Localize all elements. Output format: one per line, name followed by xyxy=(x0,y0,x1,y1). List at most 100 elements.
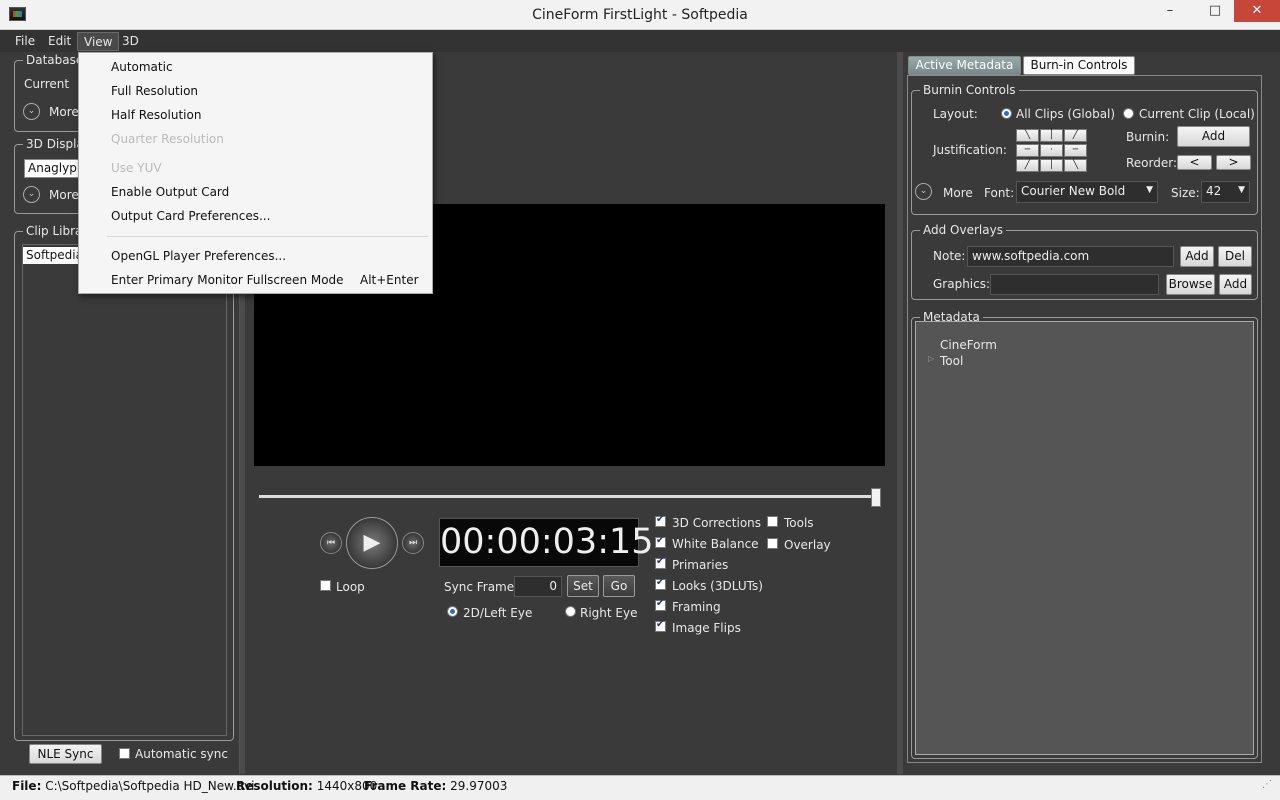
view-menu-half-resolution[interactable]: Half Resolution xyxy=(111,108,201,122)
menu-3d[interactable]: 3D xyxy=(116,32,145,51)
layout-label: Layout: xyxy=(933,107,978,121)
tree-item-cineform[interactable]: CineForm xyxy=(940,338,997,352)
burnin-title: Burnin Controls xyxy=(920,83,1019,97)
sync-go-button[interactable]: Go xyxy=(603,575,635,597)
view-menu-use-yuv: Use YUV xyxy=(111,161,162,175)
tools-label: Tools xyxy=(784,516,814,530)
clip-library-panel: Clip Library Softpedia xyxy=(14,224,234,741)
status-resolution: Resolution: 1440x800 xyxy=(236,779,377,793)
graphics-browse-button[interactable]: Browse xyxy=(1166,274,1215,295)
tools-checkbox[interactable] xyxy=(767,516,778,527)
font-value: Courier New Bold xyxy=(1021,184,1126,198)
justify-bottom-center[interactable]: │ xyxy=(1040,159,1063,172)
view-menu-fullscreen-shortcut: Alt+Enter xyxy=(360,273,419,287)
note-del-button[interactable]: Del xyxy=(1218,246,1252,267)
justify-bottom-right[interactable]: ╲ xyxy=(1064,159,1087,172)
burnin-add-button[interactable]: Add xyxy=(1177,126,1250,147)
loop-checkbox[interactable] xyxy=(320,580,331,591)
view-menu-fullscreen[interactable]: Enter Primary Monitor Fullscreen Mode xyxy=(111,273,344,287)
menu-file[interactable]: File xyxy=(9,32,41,51)
view-menu-output-card-prefs[interactable]: Output Card Preferences... xyxy=(111,209,270,223)
white-balance-checkbox[interactable] xyxy=(655,535,666,548)
view-menu-enable-output-card[interactable]: Enable Output Card xyxy=(111,185,229,199)
next-frame-icon[interactable]: ⏭ xyxy=(402,532,424,554)
looks-checkbox[interactable] xyxy=(655,577,666,590)
view-menu-automatic[interactable]: Automatic xyxy=(111,60,173,74)
metadata-tree[interactable]: CineForm ▷ Tool xyxy=(915,321,1254,755)
timeline-handle[interactable] xyxy=(871,488,881,507)
database-more-label[interactable]: More xyxy=(49,105,79,119)
burnin-label: Burnin: xyxy=(1126,130,1170,144)
corrections-label: 3D Corrections xyxy=(672,516,762,530)
burnin-panel: Burnin Controls Layout: All Clips (Globa… xyxy=(911,83,1258,215)
view-menu-opengl-prefs[interactable]: OpenGL Player Preferences... xyxy=(111,249,286,263)
image-flips-checkbox[interactable] xyxy=(655,619,666,632)
status-file: File: C:\Softpedia\Softpedia HD_New.avi xyxy=(12,779,254,793)
right-eye-radio[interactable] xyxy=(565,606,576,617)
burnin-more-label[interactable]: More xyxy=(943,186,973,200)
justify-top-left[interactable]: ╲ xyxy=(1016,129,1039,142)
graphics-input[interactable] xyxy=(990,274,1159,295)
justify-top-right[interactable]: ╱ xyxy=(1064,129,1087,142)
framing-checkbox[interactable] xyxy=(655,598,666,611)
close-button[interactable]: ✕ xyxy=(1234,0,1280,22)
status-resolution-label: Resolution: xyxy=(236,779,313,793)
clip-list[interactable]: Softpedia xyxy=(22,244,227,736)
sync-set-button[interactable]: Set xyxy=(567,575,599,597)
reorder-right-button[interactable]: > xyxy=(1216,155,1251,170)
menu-bar: File Edit View 3D xyxy=(0,30,1280,52)
corrections-checkbox[interactable] xyxy=(655,514,666,527)
size-select[interactable]: 42 ▼ xyxy=(1201,181,1250,203)
display-more-icon[interactable]: ⌄ xyxy=(23,186,40,203)
note-add-button[interactable]: Add xyxy=(1180,246,1214,267)
tab-burnin-controls[interactable]: Burn-in Controls xyxy=(1023,56,1135,75)
minimize-button[interactable]: – xyxy=(1155,0,1185,22)
left-eye-radio[interactable] xyxy=(447,606,458,617)
resize-grip-icon[interactable]: ⋰ xyxy=(1262,779,1272,790)
left-eye-label: 2D/Left Eye xyxy=(463,606,533,620)
view-menu-full-resolution[interactable]: Full Resolution xyxy=(111,84,198,98)
tree-item-tool[interactable]: Tool xyxy=(940,354,963,368)
all-clips-radio[interactable] xyxy=(1001,108,1012,119)
reorder-label: Reorder: xyxy=(1126,156,1178,170)
overlay-checkbox[interactable] xyxy=(767,538,778,549)
justify-top-center[interactable]: │ xyxy=(1040,129,1063,142)
justify-mid-center[interactable]: · xyxy=(1040,144,1063,157)
prev-frame-icon[interactable]: ⏮ xyxy=(320,532,342,554)
nle-sync-button[interactable]: NLE Sync xyxy=(29,744,102,764)
view-menu-quarter-resolution: Quarter Resolution xyxy=(111,132,224,146)
justify-mid-right[interactable]: ─ xyxy=(1064,144,1087,157)
note-input[interactable]: www.softpedia.com xyxy=(967,246,1174,267)
tab-active-metadata[interactable]: Active Metadata xyxy=(908,56,1021,75)
menu-view[interactable]: View xyxy=(77,32,120,51)
status-framerate-value: 29.97003 xyxy=(450,779,508,793)
font-label: Font: xyxy=(984,186,1015,200)
primaries-label: Primaries xyxy=(672,558,729,572)
current-clip-radio[interactable] xyxy=(1123,108,1134,119)
justify-mid-left[interactable]: ─ xyxy=(1016,144,1039,157)
graphics-add-button[interactable]: Add xyxy=(1219,274,1252,295)
play-icon[interactable]: ▶ xyxy=(346,517,398,569)
right-eye-label: Right Eye xyxy=(580,606,638,620)
loop-label: Loop xyxy=(336,580,365,594)
maximize-button[interactable]: □ xyxy=(1200,0,1230,22)
burnin-more-icon[interactable]: ⌄ xyxy=(915,183,932,200)
tree-expand-icon[interactable]: ▷ xyxy=(928,354,934,363)
framing-label: Framing xyxy=(672,600,721,614)
database-current: Current xyxy=(24,77,70,91)
size-label: Size: xyxy=(1171,186,1200,200)
status-bar: File: C:\Softpedia\Softpedia HD_New.avi … xyxy=(0,775,1280,800)
database-more-icon[interactable]: ⌄ xyxy=(23,103,40,120)
sync-frame-input[interactable]: 0 xyxy=(514,576,562,597)
timeline-track[interactable] xyxy=(259,495,881,498)
metadata-panel: Metadata CineForm ▷ Tool xyxy=(911,310,1258,759)
current-clip-label: Current Clip (Local) xyxy=(1139,107,1255,121)
auto-sync-checkbox[interactable] xyxy=(119,748,130,759)
primaries-checkbox[interactable] xyxy=(655,556,666,569)
justify-bottom-left[interactable]: ╱ xyxy=(1016,159,1039,172)
menu-edit[interactable]: Edit xyxy=(42,32,77,51)
view-menu-separator xyxy=(107,236,428,237)
display-more-label[interactable]: More xyxy=(49,188,79,202)
font-select[interactable]: Courier New Bold ▼ xyxy=(1016,181,1158,203)
reorder-left-button[interactable]: < xyxy=(1177,155,1212,170)
